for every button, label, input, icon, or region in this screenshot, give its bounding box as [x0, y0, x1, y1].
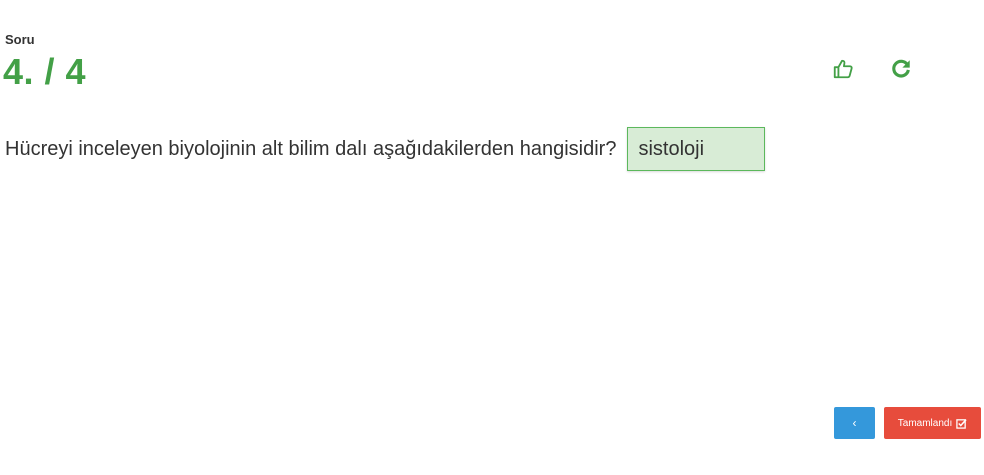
like-button[interactable]	[830, 56, 856, 82]
complete-button[interactable]: Tamamlandı	[884, 407, 981, 439]
answer-input[interactable]	[627, 127, 766, 171]
redo-icon	[892, 59, 910, 78]
complete-label: Tamamlandı	[897, 417, 953, 429]
quiz-page: Soru 4. / 4 Hücreyi inceleyen biyolojini…	[0, 0, 984, 475]
previous-button[interactable]: ‹	[834, 407, 875, 439]
check-square-icon	[956, 418, 967, 429]
thumbs-up-icon	[833, 59, 853, 79]
previous-label: ‹	[852, 416, 857, 430]
question-label: Soru	[5, 32, 35, 47]
question-counter: 4. / 4	[3, 51, 87, 92]
question-text: Hücreyi inceleyen biyolojinin alt bilim …	[5, 137, 617, 160]
question-row: Hücreyi inceleyen biyolojinin alt bilim …	[5, 125, 766, 173]
redo-button[interactable]	[888, 56, 914, 82]
